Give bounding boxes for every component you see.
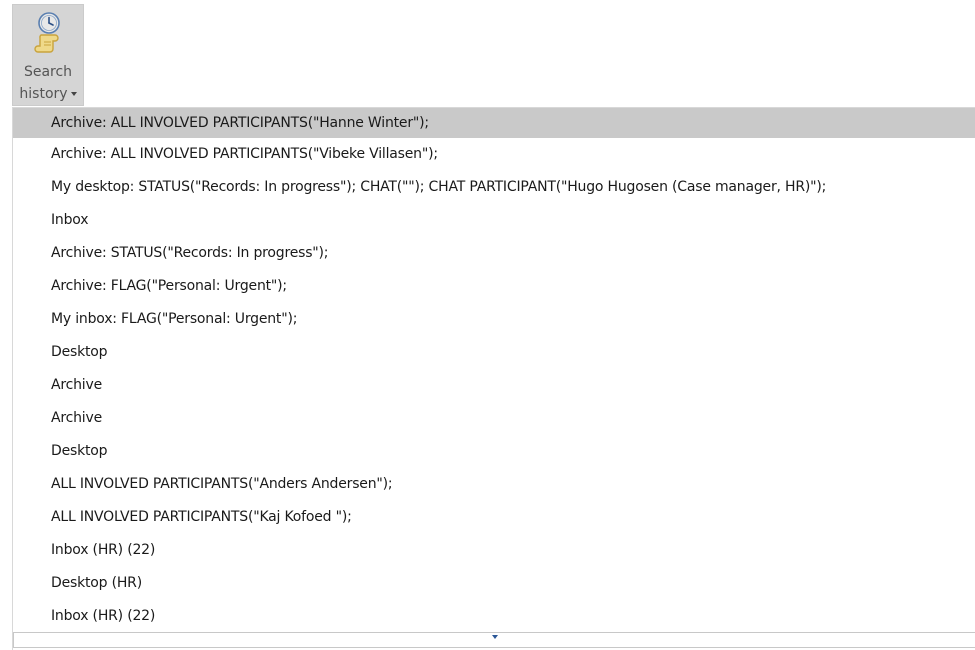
search-history-label-line1: Search bbox=[23, 64, 73, 80]
history-item[interactable]: ALL INVOLVED PARTICIPANTS("Kaj Kofoed ")… bbox=[13, 501, 975, 534]
history-item[interactable]: Inbox (HR) (22) bbox=[13, 600, 975, 628]
history-item[interactable]: Archive: FLAG("Personal: Urgent"); bbox=[13, 270, 975, 303]
history-list: Archive: ALL INVOLVED PARTICIPANTS("Hann… bbox=[13, 108, 975, 628]
history-item[interactable]: Inbox (HR) (22) bbox=[13, 534, 975, 567]
history-item[interactable]: Desktop bbox=[13, 435, 975, 468]
search-history-dropdown: Archive: ALL INVOLVED PARTICIPANTS("Hann… bbox=[12, 107, 975, 650]
history-item[interactable]: ALL INVOLVED PARTICIPANTS("Anders Anders… bbox=[13, 468, 975, 501]
search-history-label-line2: history bbox=[13, 85, 83, 103]
history-item[interactable]: Inbox bbox=[13, 204, 975, 237]
dropdown-arrow-icon bbox=[70, 92, 77, 96]
history-item[interactable]: Archive bbox=[13, 369, 975, 402]
history-item[interactable]: Desktop (HR) bbox=[13, 567, 975, 600]
history-item[interactable]: Archive: ALL INVOLVED PARTICIPANTS("Vibe… bbox=[13, 138, 975, 171]
history-item[interactable]: Desktop bbox=[13, 336, 975, 369]
history-item[interactable]: Archive: ALL INVOLVED PARTICIPANTS("Hann… bbox=[13, 108, 975, 138]
history-item[interactable]: Archive bbox=[13, 402, 975, 435]
history-item[interactable]: My desktop: STATUS("Records: In progress… bbox=[13, 171, 975, 204]
search-history-button[interactable]: Search history bbox=[12, 4, 84, 106]
clock-scroll-icon bbox=[34, 12, 60, 53]
history-item[interactable]: Archive: STATUS("Records: In progress"); bbox=[13, 237, 975, 270]
scroll-down-bar[interactable] bbox=[13, 632, 975, 648]
history-item[interactable]: My inbox: FLAG("Personal: Urgent"); bbox=[13, 303, 975, 336]
scroll-down-arrow-icon bbox=[492, 635, 498, 639]
